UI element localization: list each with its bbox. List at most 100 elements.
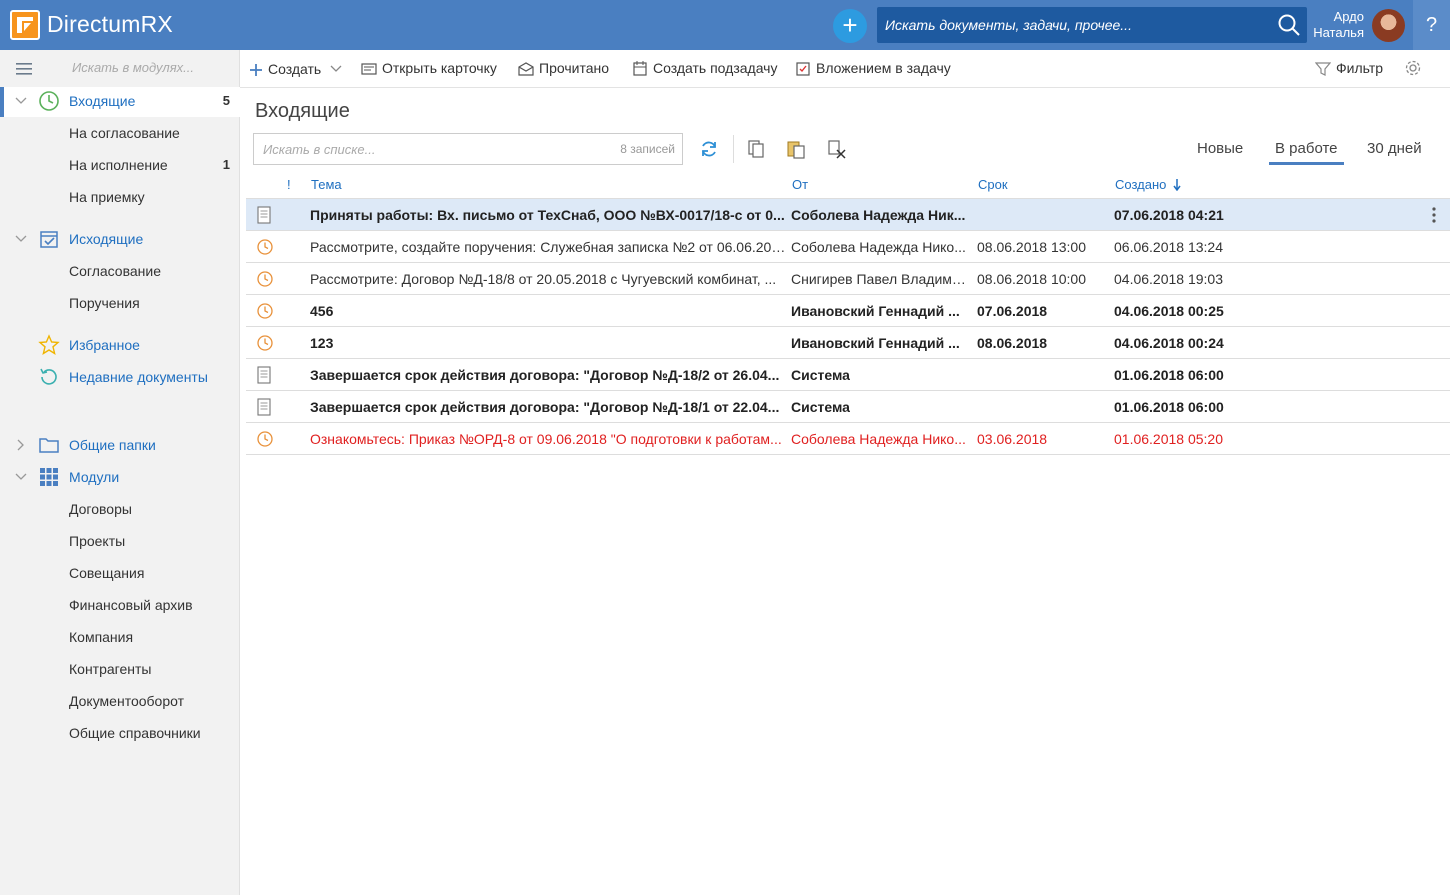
cell-subject: Завершается срок действия договора: "Дог… bbox=[310, 399, 780, 415]
table-row[interactable]: 123 Ивановский Геннадий ... 08.06.2018 04.0… bbox=[246, 327, 1450, 359]
paste-icon[interactable] bbox=[786, 139, 806, 162]
list-search-box[interactable]: 8 записей bbox=[253, 133, 683, 165]
sidebar-item-favorites[interactable]: Избранное bbox=[0, 331, 240, 361]
sidebar-item-projects[interactable]: Проекты bbox=[0, 527, 240, 557]
avatar[interactable] bbox=[1372, 9, 1405, 42]
sidebar-item-docflow[interactable]: Документооборот bbox=[0, 687, 240, 717]
table-row[interactable]: Приняты работы: Вх. письмо от ТехСнаб, О… bbox=[246, 199, 1450, 231]
sidebar-item-for-approval[interactable]: На согласование bbox=[0, 119, 240, 149]
column-from[interactable]: От bbox=[792, 177, 808, 192]
document-icon bbox=[256, 206, 272, 227]
cell-subject: Рассмотрите, создайте поручения: Служебн… bbox=[310, 239, 786, 255]
more-vertical-icon[interactable] bbox=[1432, 207, 1436, 226]
attach-to-task-button[interactable]: Вложением в задачу bbox=[795, 60, 951, 79]
funnel-icon bbox=[1314, 62, 1332, 79]
cell-subject: Ознакомьтесь: Приказ №ОРД-8 от 09.06.201… bbox=[310, 431, 782, 447]
list-search-input[interactable] bbox=[254, 134, 594, 164]
grid-icon bbox=[38, 466, 60, 488]
cell-created: 01.06.2018 06:00 bbox=[1114, 367, 1224, 383]
clock-icon bbox=[256, 334, 274, 355]
sidebar-item-outbox[interactable]: Исходящие bbox=[0, 225, 240, 255]
sidebar-item-inbox[interactable]: Входящие 5 bbox=[0, 87, 240, 117]
sidebar-item-company[interactable]: Компания bbox=[0, 623, 240, 653]
sidebar-item-finance-archive[interactable]: Финансовый архив bbox=[0, 591, 240, 621]
column-created[interactable]: Создано bbox=[1115, 177, 1181, 194]
app-title[interactable]: DirectumRX bbox=[47, 11, 173, 38]
tab-in-progress[interactable]: В работе bbox=[1269, 140, 1343, 165]
toolbar: Создать Открыть карточку Прочитано Созда… bbox=[240, 50, 1450, 88]
sidebar-item-shared-folders[interactable]: Общие папки bbox=[0, 431, 240, 461]
global-search-input[interactable] bbox=[877, 7, 1267, 43]
global-search-box[interactable] bbox=[877, 7, 1307, 43]
settings-gear-icon[interactable] bbox=[1404, 59, 1422, 80]
tab-new[interactable]: Новые bbox=[1197, 140, 1243, 157]
cell-created: 04.06.2018 00:25 bbox=[1114, 303, 1224, 319]
table-row[interactable]: Ознакомьтесь: Приказ №ОРД-8 от 09.06.201… bbox=[246, 423, 1450, 455]
cell-from: Система bbox=[791, 399, 850, 415]
table-row[interactable]: Рассмотрите, создайте поручения: Служебн… bbox=[246, 231, 1450, 263]
search-icon[interactable] bbox=[1277, 13, 1301, 40]
create-button[interactable]: Создать bbox=[249, 60, 342, 80]
refresh-icon[interactable] bbox=[699, 139, 719, 162]
clock-icon bbox=[256, 430, 274, 451]
chevron-down-icon bbox=[330, 60, 342, 76]
divider bbox=[733, 135, 734, 163]
open-card-button[interactable]: Открыть карточку bbox=[361, 60, 497, 79]
cell-deadline: 08.06.2018 13:00 bbox=[977, 239, 1086, 255]
column-subject[interactable]: Тема bbox=[311, 177, 342, 192]
table-row[interactable]: 456 Ивановский Геннадий ... 07.06.2018 04.0… bbox=[246, 295, 1450, 327]
module-search-input[interactable]: Искать в модулях... bbox=[72, 60, 194, 75]
cell-from: Ивановский Геннадий ... bbox=[791, 303, 960, 319]
mark-read-button[interactable]: Прочитано bbox=[518, 60, 609, 79]
document-icon bbox=[256, 366, 272, 387]
sidebar-item-meetings[interactable]: Совещания bbox=[0, 559, 240, 589]
envelope-open-icon bbox=[518, 62, 534, 79]
sort-desc-arrow-icon bbox=[1173, 179, 1181, 194]
record-count: 8 записей bbox=[620, 142, 675, 156]
column-importance[interactable]: ! bbox=[287, 177, 291, 192]
cell-created: 06.06.2018 13:24 bbox=[1114, 239, 1223, 255]
sidebar-item-contracts[interactable]: Договоры bbox=[0, 495, 240, 525]
app-header: DirectumRX + Ардо Наталья ? bbox=[0, 0, 1450, 50]
copy-icon[interactable] bbox=[747, 139, 765, 162]
cell-from: Ивановский Геннадий ... bbox=[791, 335, 960, 351]
directum-logo-icon[interactable] bbox=[10, 10, 40, 40]
chevron-down-icon[interactable] bbox=[14, 470, 28, 487]
table-row[interactable]: Рассмотрите: Договор №Д-18/8 от 20.05.20… bbox=[246, 263, 1450, 295]
chevron-down-icon[interactable] bbox=[14, 94, 28, 111]
table-row[interactable]: Завершается срок действия договора: "Дог… bbox=[246, 359, 1450, 391]
sidebar-item-modules[interactable]: Модули bbox=[0, 463, 240, 493]
cell-from: Система bbox=[791, 367, 850, 383]
table-row[interactable]: Завершается срок действия договора: "Дог… bbox=[246, 391, 1450, 423]
remove-from-list-icon[interactable] bbox=[827, 139, 847, 162]
sidebar-item-recent[interactable]: Недавние документы bbox=[0, 363, 240, 393]
sidebar-item-counterparties[interactable]: Контрагенты bbox=[0, 655, 240, 685]
hamburger-menu-icon[interactable] bbox=[16, 62, 32, 79]
create-subtask-button[interactable]: Создать подзадачу bbox=[632, 60, 777, 79]
user-name[interactable]: Ардо Наталья bbox=[1310, 9, 1364, 41]
cell-subject: Приняты работы: Вх. письмо от ТехСнаб, О… bbox=[310, 207, 785, 223]
cell-created: 04.06.2018 19:03 bbox=[1114, 271, 1223, 287]
sidebar-item-for-execution[interactable]: На исполнение 1 bbox=[0, 151, 240, 181]
star-icon bbox=[38, 334, 60, 356]
cell-created: 04.06.2018 00:24 bbox=[1114, 335, 1224, 351]
add-button[interactable]: + bbox=[833, 9, 867, 43]
cell-subject: Завершается срок действия договора: "Дог… bbox=[310, 367, 780, 383]
chevron-right-icon[interactable] bbox=[14, 438, 28, 455]
document-icon bbox=[256, 398, 272, 419]
sidebar-item-approval[interactable]: Согласование bbox=[0, 257, 240, 287]
chevron-down-icon[interactable] bbox=[14, 232, 28, 249]
folder-icon bbox=[38, 434, 60, 456]
sidebar-item-common-directories[interactable]: Общие справочники bbox=[0, 719, 240, 749]
cell-created: 01.06.2018 06:00 bbox=[1114, 399, 1224, 415]
cell-deadline: 08.06.2018 bbox=[977, 335, 1048, 351]
subtask-icon bbox=[632, 60, 648, 79]
tab-30-days[interactable]: 30 дней bbox=[1367, 140, 1422, 157]
task-attach-icon bbox=[795, 60, 811, 79]
column-deadline[interactable]: Срок bbox=[978, 177, 1008, 192]
sidebar-item-assignments[interactable]: Поручения bbox=[0, 289, 240, 319]
help-button[interactable]: ? bbox=[1413, 0, 1450, 50]
cell-created: 01.06.2018 05:20 bbox=[1114, 431, 1223, 447]
sidebar-item-for-acceptance[interactable]: На приемку bbox=[0, 183, 240, 213]
filter-button[interactable]: Фильтр bbox=[1314, 60, 1383, 79]
